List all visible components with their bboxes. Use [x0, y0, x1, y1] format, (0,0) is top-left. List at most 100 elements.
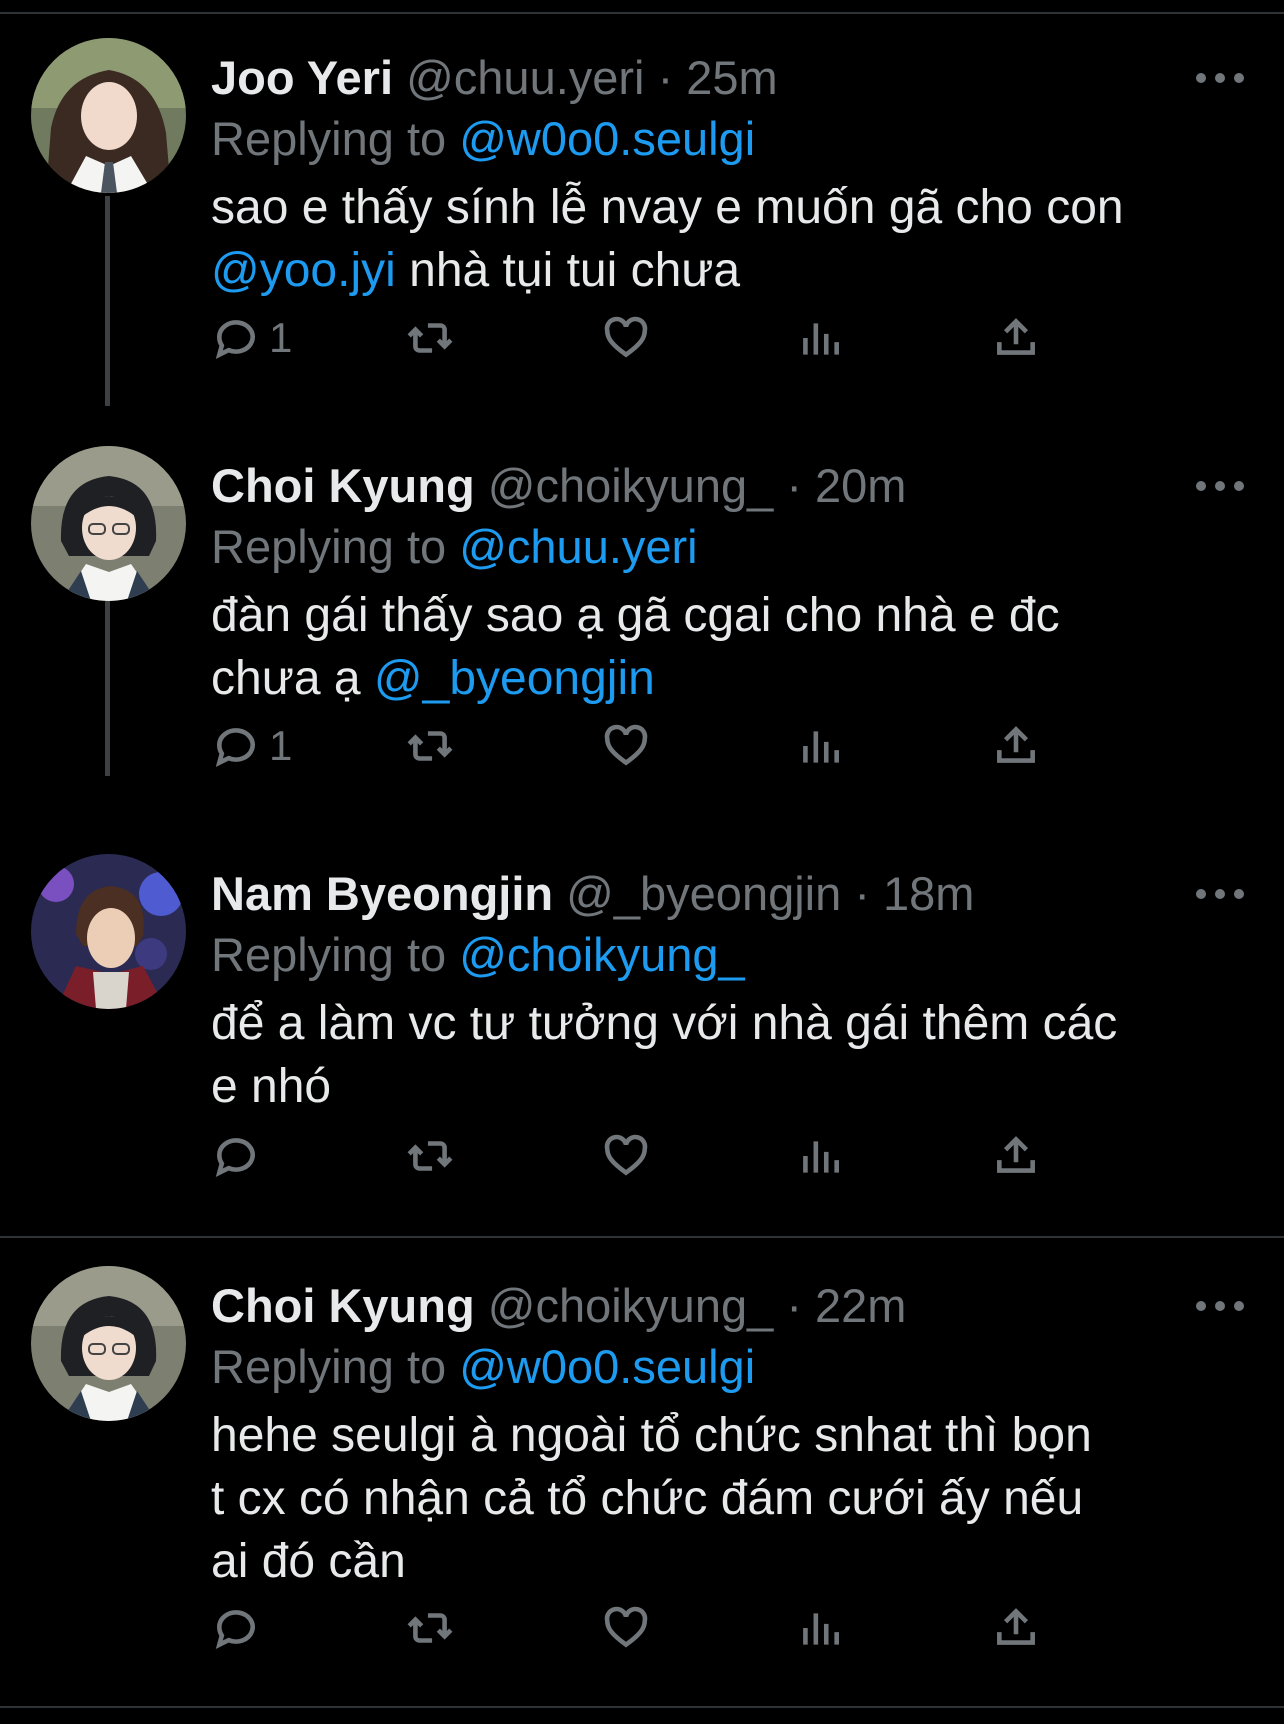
display-name[interactable]: Nam Byeongjin	[211, 867, 553, 920]
retweet-button[interactable]	[405, 310, 455, 366]
like-icon	[604, 1606, 648, 1648]
share-icon	[997, 1136, 1035, 1173]
retweet-button[interactable]	[405, 1600, 455, 1656]
text-line: @yoo.jyi nhà tụi tui chưa	[211, 239, 1261, 302]
reply-button[interactable]	[211, 1128, 261, 1184]
tweet[interactable]: Choi Kyung @choikyung_ · 22m Replying to…	[0, 1266, 1284, 1686]
views-icon	[803, 1141, 839, 1173]
reply-button[interactable]: 1	[211, 718, 292, 774]
more-icon[interactable]	[1196, 1296, 1244, 1316]
share-icon	[997, 726, 1035, 763]
timestamp[interactable]: 22m	[815, 1279, 906, 1332]
text-line: chưa ạ @_byeongjin	[211, 647, 1261, 710]
reply-button[interactable]	[211, 1600, 261, 1656]
replying-to: Replying to @chuu.yeri	[211, 518, 698, 576]
replying-mention[interactable]: @choikyung_	[459, 928, 745, 981]
tweet-text: để a làm vc tư tưởng với nhà gái thêm cá…	[211, 992, 1261, 1118]
replying-label: Replying to	[211, 520, 447, 573]
text-line: t cx có nhận cả tổ chức đám cưới ấy nếu	[211, 1472, 1084, 1525]
replying-mention[interactable]: @w0o0.seulgi	[459, 112, 755, 165]
tweet-text: hehe seulgi à ngoài tổ chức snhat thì bọ…	[211, 1404, 1261, 1593]
user-handle[interactable]: @chuu.yeri	[406, 51, 644, 104]
like-button[interactable]	[601, 1128, 651, 1184]
avatar-photo-icon	[31, 1266, 186, 1421]
separator-dot: ·	[786, 1279, 802, 1332]
text-mention[interactable]: @_byeongjin	[374, 652, 655, 705]
share-button[interactable]	[991, 1600, 1041, 1656]
more-icon[interactable]	[1196, 68, 1244, 88]
tweet[interactable]: Nam Byeongjin @_byeongjin · 18m Replying…	[0, 854, 1284, 1214]
display-name[interactable]: Joo Yeri	[211, 51, 393, 104]
retweet-icon	[407, 323, 453, 353]
views-button[interactable]	[795, 1128, 845, 1184]
retweet-icon	[407, 731, 453, 761]
avatar[interactable]	[31, 446, 186, 601]
share-button[interactable]	[991, 718, 1041, 774]
replying-mention[interactable]: @chuu.yeri	[459, 520, 697, 573]
avatar-photo-icon	[31, 446, 186, 601]
reply-count: 1	[269, 314, 293, 361]
replying-label: Replying to	[211, 928, 447, 981]
views-button[interactable]	[795, 1600, 845, 1656]
share-button[interactable]	[991, 310, 1041, 366]
thread-page: Joo Yeri @chuu.yeri · 25m Replying to @w…	[0, 0, 1284, 1724]
separator-dot: ·	[854, 867, 870, 920]
retweet-button[interactable]	[405, 718, 455, 774]
retweet-button[interactable]	[405, 1128, 455, 1184]
reply-button[interactable]: 1	[211, 310, 292, 366]
action-bar: 1	[211, 310, 1211, 366]
tweet[interactable]: Choi Kyung @choikyung_ · 20m Replying to…	[0, 446, 1284, 806]
avatar-photo-icon	[31, 38, 186, 193]
reply-icon	[215, 1138, 255, 1177]
avatar[interactable]	[31, 1266, 186, 1421]
text-line-start: chưa ạ	[211, 652, 374, 705]
action-bar: 1	[211, 718, 1211, 774]
tweet-header: Joo Yeri @chuu.yeri · 25m	[211, 48, 778, 108]
like-icon	[604, 1134, 648, 1176]
reply-icon	[215, 1610, 255, 1649]
reply-icon	[215, 320, 255, 359]
timestamp[interactable]: 20m	[815, 459, 906, 512]
text-line: e nhó	[211, 1060, 332, 1113]
like-button[interactable]	[601, 1600, 651, 1656]
like-button[interactable]	[601, 310, 651, 366]
avatar[interactable]	[31, 854, 186, 1009]
like-icon	[604, 724, 648, 766]
user-handle[interactable]: @choikyung_	[488, 1279, 774, 1332]
tweet[interactable]: Joo Yeri @chuu.yeri · 25m Replying to @w…	[0, 38, 1284, 398]
user-handle[interactable]: @_byeongjin	[566, 867, 841, 920]
separator-dot: ·	[657, 51, 674, 104]
like-button[interactable]	[601, 718, 651, 774]
tweet-header: Choi Kyung @choikyung_ · 20m	[211, 456, 906, 516]
timestamp[interactable]: 25m	[686, 51, 777, 104]
views-button[interactable]	[795, 718, 845, 774]
replying-to: Replying to @w0o0.seulgi	[211, 1338, 755, 1396]
like-icon	[604, 316, 648, 358]
views-button[interactable]	[795, 310, 845, 366]
timestamp[interactable]: 18m	[883, 867, 974, 920]
tweet-header: Nam Byeongjin @_byeongjin · 18m	[211, 864, 974, 924]
user-handle[interactable]: @choikyung_	[488, 459, 774, 512]
tweet-text: đàn gái thấy sao ạ gã cgai cho nhà e đc …	[211, 584, 1261, 710]
top-divider	[0, 12, 1284, 14]
avatar-photo-icon	[31, 854, 186, 1009]
section-divider	[0, 1236, 1284, 1238]
replying-mention[interactable]: @w0o0.seulgi	[459, 1340, 755, 1393]
retweet-icon	[407, 1613, 453, 1643]
display-name[interactable]: Choi Kyung	[211, 1279, 475, 1332]
replying-to: Replying to @choikyung_	[211, 926, 745, 984]
views-icon	[803, 731, 839, 763]
avatar[interactable]	[31, 38, 186, 193]
more-icon[interactable]	[1196, 476, 1244, 496]
share-button[interactable]	[991, 1128, 1041, 1184]
replying-label: Replying to	[211, 1340, 447, 1393]
tweet-header: Choi Kyung @choikyung_ · 22m	[211, 1276, 906, 1336]
text-line: để a làm vc tư tưởng với nhà gái thêm cá…	[211, 997, 1118, 1050]
views-icon	[803, 1613, 839, 1645]
more-icon[interactable]	[1196, 884, 1244, 904]
share-icon	[997, 1608, 1035, 1645]
display-name[interactable]: Choi Kyung	[211, 459, 475, 512]
views-icon	[803, 323, 839, 355]
text-mention[interactable]: @yoo.jyi	[211, 244, 396, 297]
reply-count: 1	[269, 722, 293, 769]
